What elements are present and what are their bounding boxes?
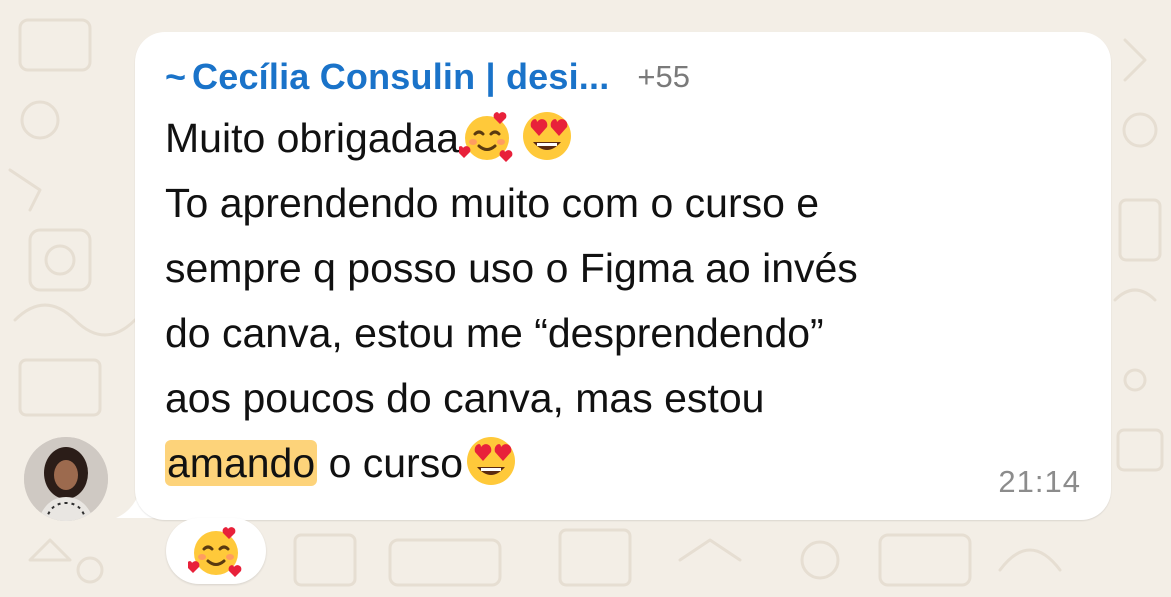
reaction-pill[interactable] [166, 518, 266, 584]
message-line: To aprendendo muito com o curso e [165, 180, 820, 226]
sender-prefix: ~ [165, 56, 187, 97]
heart-eyes-icon [463, 433, 519, 489]
message-line-text: o curso [317, 440, 464, 486]
message-line: sempre q posso uso o Figma ao invés [165, 245, 858, 291]
smiling-face-with-hearts-icon [188, 523, 244, 579]
heart-eyes-icon [519, 108, 575, 164]
message-line: amando o curso [165, 431, 1045, 496]
message-text: Muito obrigadaa To aprendendo muito com … [165, 106, 1045, 496]
smiling-face-with-hearts-icon [459, 108, 515, 164]
message-line: Muito obrigadaa [165, 106, 1045, 171]
message-bubble[interactable]: ~ Cecília Consulin | desi... +55 Muito o… [135, 32, 1111, 520]
sender-avatar[interactable] [24, 437, 108, 521]
message-time: 21:14 [998, 464, 1081, 499]
sender-phone[interactable]: +55 [637, 59, 690, 95]
message-line: aos poucos do canva, mas estou [165, 375, 765, 421]
sender-name[interactable]: Cecília Consulin | desi... [192, 56, 609, 98]
message-line-text: Muito obrigadaa [165, 115, 460, 161]
sender-header: ~ Cecília Consulin | desi... +55 [165, 54, 690, 100]
message-line: do canva, estou me “desprendendo” [165, 310, 824, 356]
search-highlight: amando [165, 440, 318, 486]
